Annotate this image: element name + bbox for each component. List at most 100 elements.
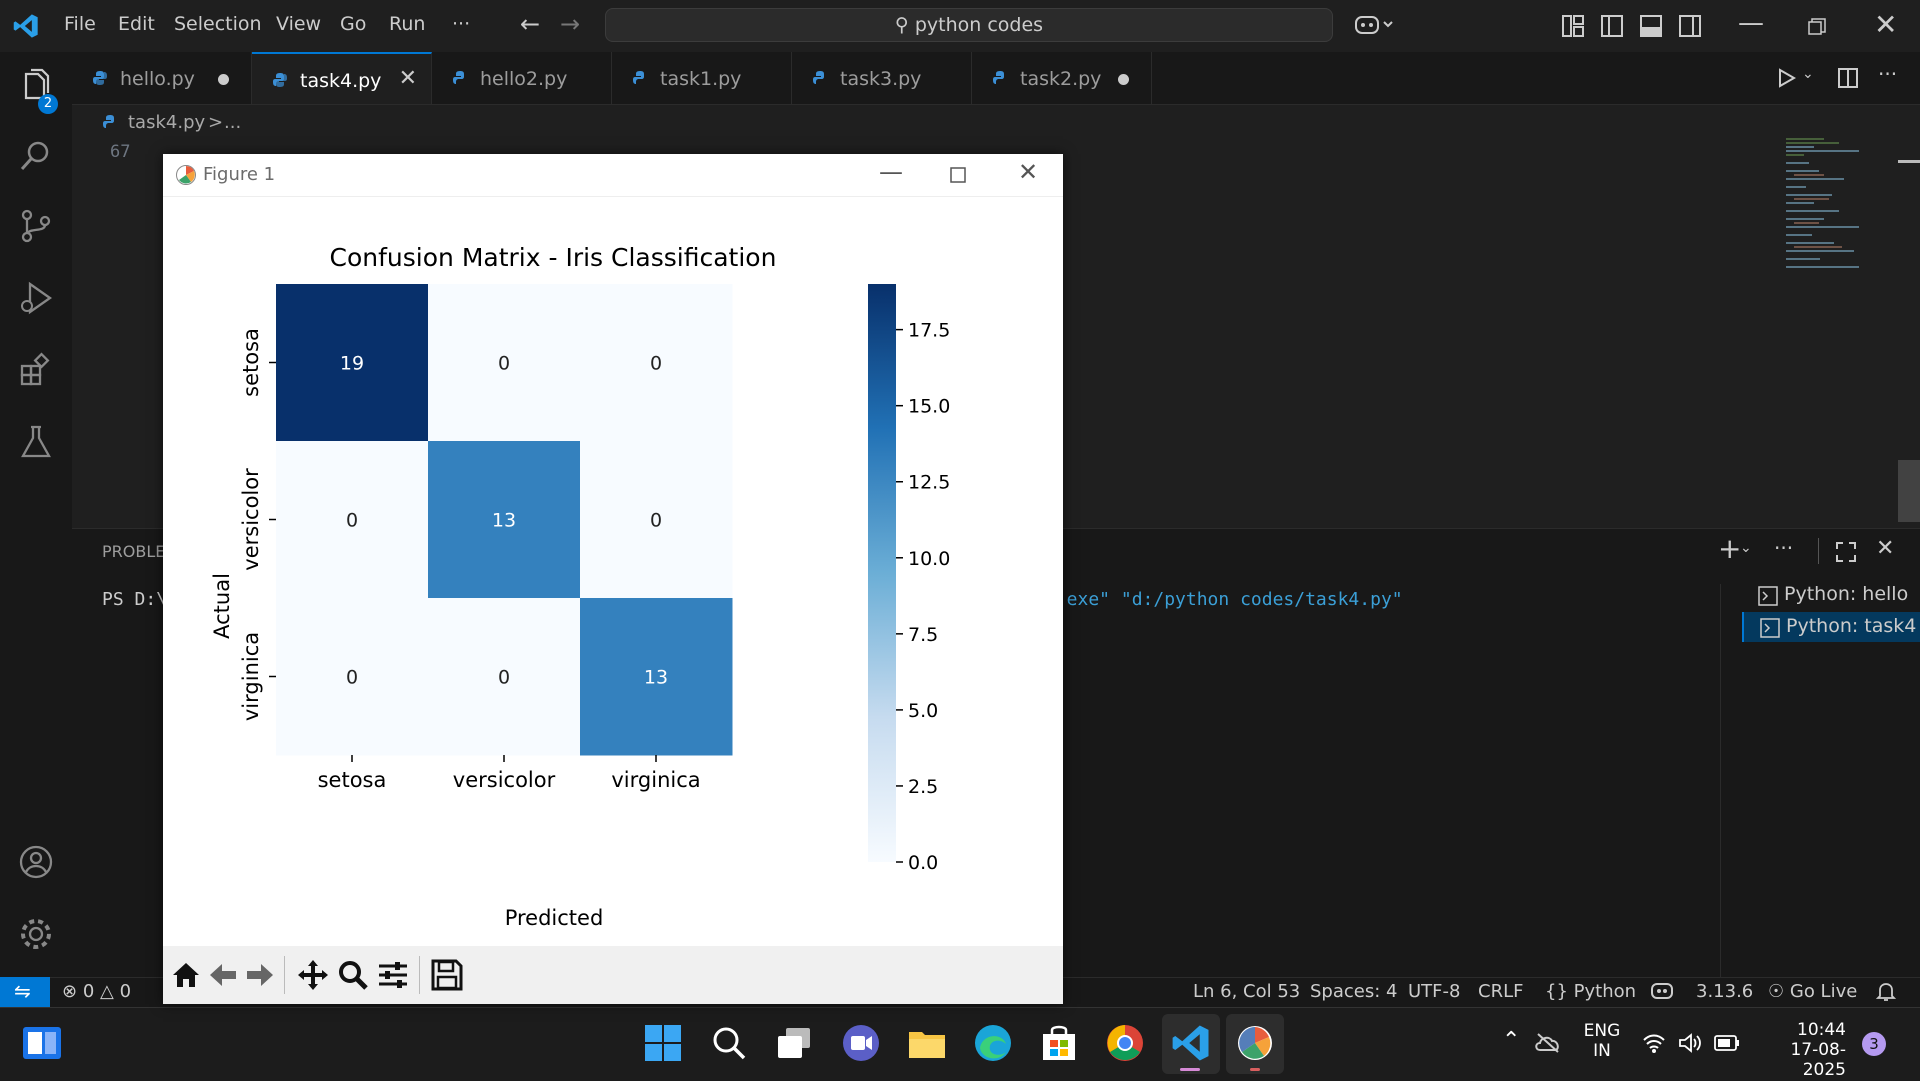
teams-meet-icon[interactable] [840,1022,882,1064]
menu-selection[interactable]: Selection [174,13,262,35]
toggle-panel-icon[interactable] [1640,15,1662,37]
back-arrow-icon[interactable]: ← [520,10,540,38]
home-icon[interactable] [171,960,201,990]
source-control-icon[interactable] [18,208,54,244]
menu-view[interactable]: View [276,13,321,35]
menu-go[interactable]: Go [340,13,366,35]
terminal-tab-hello[interactable]: Python: hello [1742,580,1920,610]
editor-scrollbar-thumb[interactable] [1898,460,1920,522]
unsaved-dot-icon[interactable] [218,74,229,85]
forward-icon[interactable] [245,960,275,990]
python-version[interactable]: 3.13.6 [1696,981,1753,1002]
start-windows-icon[interactable] [642,1022,684,1064]
pan-move-icon[interactable] [297,959,329,991]
volume-icon[interactable] [1678,1032,1702,1054]
copilot-icon[interactable] [1354,13,1394,37]
edge-browser-icon[interactable] [972,1022,1014,1064]
minimap[interactable] [1784,135,1864,275]
unsaved-dot-icon[interactable] [1118,74,1129,85]
input-language[interactable]: ENG IN [1580,1021,1624,1061]
confusion-matrix-plot: Confusion Matrix - Iris Classification 1… [210,243,950,930]
tab-task4-py[interactable]: task4.py ✕ [252,52,432,104]
menu-more[interactable]: ··· [452,13,470,35]
customize-layout-icon[interactable] [1562,15,1584,37]
battery-icon[interactable] [1714,1035,1740,1051]
tab-hello2-py[interactable]: hello2.py [432,52,612,104]
figure-close-icon[interactable]: ✕ [1018,158,1038,186]
breadcrumb-file[interactable]: task4.py [128,112,205,133]
tab-task1-py[interactable]: task1.py [612,52,792,104]
tab-hello-py[interactable]: hello.py [72,52,252,104]
toggle-secondary-sidebar-icon[interactable] [1679,15,1701,37]
microsoft-store-icon[interactable] [1038,1022,1080,1064]
cell-value-label: 0 [498,667,510,689]
close-tab-icon[interactable]: ✕ [399,66,417,91]
wifi-icon[interactable] [1642,1032,1666,1054]
clock[interactable]: 10:44 17-08-2025 [1762,1020,1846,1080]
language-mode[interactable]: {} Python [1545,981,1636,1002]
errors-warnings[interactable]: ⊗ 0 △ 0 [62,981,131,1002]
configure-subplots-icon[interactable] [377,959,409,991]
language-label: Python [1573,981,1637,1002]
restore-icon[interactable] [1808,18,1826,36]
breadcrumb-symbol[interactable]: ... [224,112,241,133]
task-view-icon[interactable] [774,1022,816,1064]
figure-minimize-icon[interactable]: — [879,158,903,186]
go-live-button[interactable]: ☉ Go Live [1768,981,1857,1002]
terminal-dropdown-chevron-icon[interactable]: ⌄ [1740,540,1752,556]
terminal-tab-label: Python: task4 [1786,615,1917,637]
encoding[interactable]: UTF-8 [1408,981,1460,1002]
indentation[interactable]: Spaces: 4 [1310,981,1397,1002]
notification-count-badge[interactable]: 3 [1862,1032,1886,1056]
matplotlib-figure-taskbar-icon[interactable] [1234,1022,1276,1064]
cell-value-label: 19 [340,353,364,375]
accounts-icon[interactable] [18,844,54,880]
settings-gear-icon[interactable] [18,916,54,952]
end-of-line[interactable]: CRLF [1478,981,1523,1002]
more-actions-icon[interactable]: ··· [1878,62,1897,86]
command-center-search[interactable]: ⚲ python codes [605,8,1333,42]
zoom-icon[interactable] [337,959,369,991]
run-dropdown-chevron-icon[interactable]: ⌄ [1802,66,1814,82]
testing-icon[interactable] [18,424,54,460]
cursor-position[interactable]: Ln 6, Col 53 [1193,981,1300,1002]
cell-value-label: 0 [346,510,358,532]
show-hidden-icons-chevron-icon[interactable]: ⌃ [1502,1028,1520,1053]
maximize-panel-icon[interactable] [1836,542,1856,562]
menu-file[interactable]: File [64,13,96,35]
terminal-command: n.exe" "d:/python codes/task4.py" [1045,589,1403,610]
close-panel-icon[interactable]: ✕ [1876,536,1894,561]
run-debug-icon[interactable] [18,280,54,316]
panel-more-icon[interactable]: ··· [1774,536,1793,560]
breadcrumb: task4.py > ... [72,104,1772,140]
close-window-icon[interactable]: ✕ [1874,8,1897,41]
minimize-icon[interactable]: — [1738,8,1764,38]
tab-task3-py[interactable]: task3.py [792,52,972,104]
split-editor-icon[interactable] [1838,68,1858,88]
menu-edit[interactable]: Edit [118,13,155,35]
run-python-file-icon[interactable] [1776,68,1796,88]
new-terminal-icon[interactable]: + [1718,532,1741,565]
vscode-taskbar-icon[interactable] [1170,1022,1212,1064]
onedrive-cloud-icon[interactable] [1534,1032,1562,1054]
tab-label: hello2.py [480,68,568,90]
tab-task2-py[interactable]: task2.py [972,52,1152,104]
cell-value-label: 13 [492,510,516,532]
forward-arrow-icon[interactable]: → [560,10,580,38]
widgets-icon[interactable] [22,1026,62,1060]
file-explorer-icon[interactable] [906,1022,948,1064]
error-count: 0 [82,981,95,1002]
menu-run[interactable]: Run [389,13,425,35]
chrome-icon[interactable] [1104,1022,1146,1064]
search-view-icon[interactable] [18,138,54,174]
toggle-sidebar-icon[interactable] [1601,15,1623,37]
save-icon[interactable] [431,959,463,991]
remote-indicator[interactable]: ⇋ [0,977,50,1007]
figure-maximize-icon[interactable] [950,167,966,183]
back-icon[interactable] [208,960,238,990]
copilot-status-icon[interactable] [1650,981,1674,1001]
notifications-bell-icon[interactable] [1876,981,1896,1003]
extensions-icon[interactable] [18,352,54,388]
taskbar-search-icon[interactable] [708,1022,750,1064]
terminal-tab-task4[interactable]: Python: task4 [1742,612,1920,642]
